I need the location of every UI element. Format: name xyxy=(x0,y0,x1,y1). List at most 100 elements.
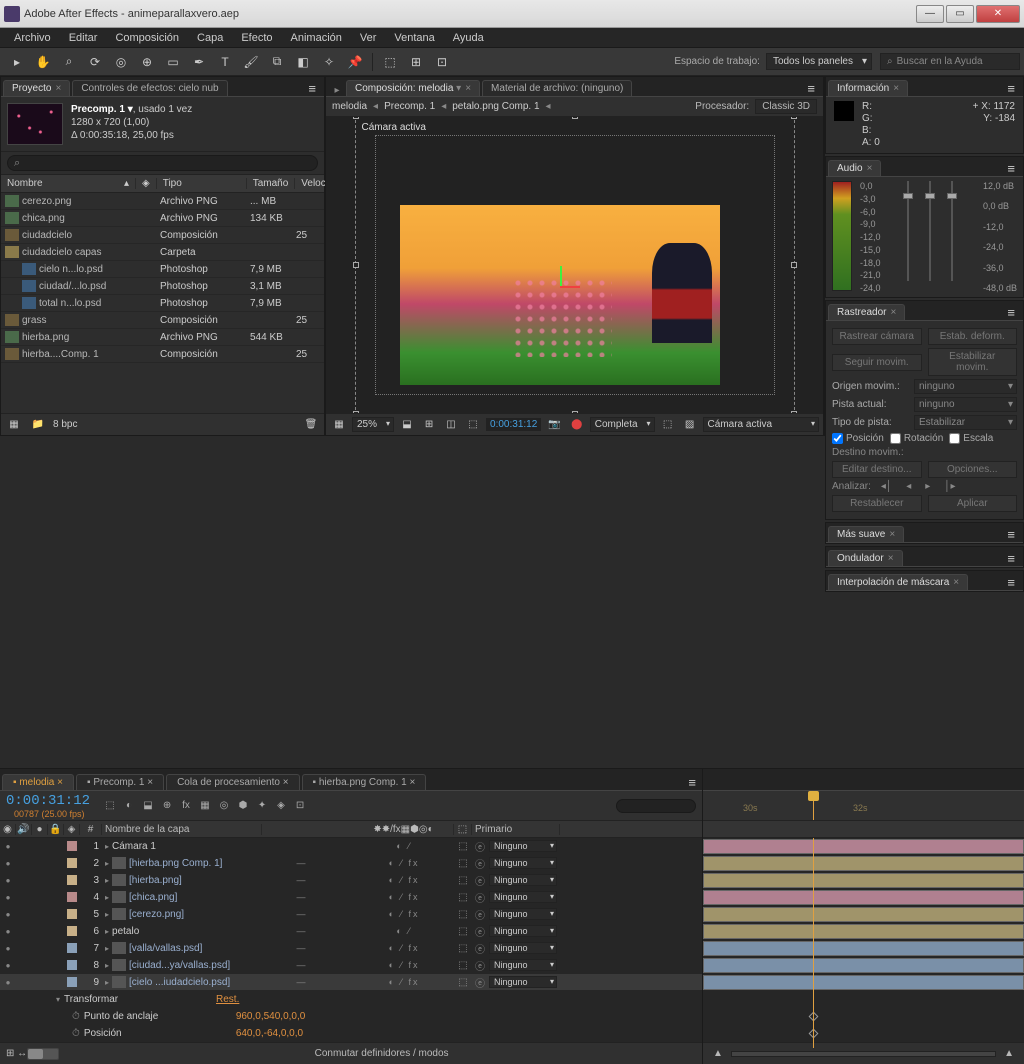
chk-scale[interactable]: Escala xyxy=(949,433,993,444)
tool-clone[interactable]: ⧉ xyxy=(265,51,289,73)
tab-wiggler[interactable]: Ondulador× xyxy=(828,550,903,566)
eye-icon[interactable] xyxy=(0,838,16,854)
menu-animation[interactable]: Animación xyxy=(283,30,350,46)
track-row[interactable] xyxy=(703,855,1024,872)
track-row[interactable] xyxy=(703,940,1024,957)
timeline-layer-row[interactable]: 9▸[cielo ...iudadcielo.psd]—⬚Ninguno xyxy=(0,974,702,991)
eye-icon[interactable] xyxy=(0,889,16,905)
project-item[interactable]: ciudad/...lo.psdPhotoshop3,1 MB xyxy=(1,278,324,295)
timeline-layer-row[interactable]: 6▸petalo—⬚Ninguno xyxy=(0,923,702,940)
project-item[interactable]: hierba....Comp. 1Composición25 xyxy=(1,346,324,363)
eye-icon[interactable] xyxy=(0,957,16,973)
panel-menu-icon[interactable]: ≡ xyxy=(1001,161,1021,176)
snapshot-icon[interactable]: 📷 xyxy=(545,417,563,433)
audio-slider-link[interactable] xyxy=(901,181,915,281)
timeline-layer-row[interactable]: 5▸[cerezo.png]—⬚Ninguno xyxy=(0,906,702,923)
disclosure-icon[interactable]: ▸ xyxy=(105,876,109,885)
comp-flowchart-icon[interactable]: ▸ xyxy=(328,85,346,96)
toggle-switches-icon[interactable]: ⊞ ↔ xyxy=(6,1048,27,1059)
grid-icon[interactable]: ⊞ xyxy=(420,417,438,433)
reset-button[interactable]: Restablecer xyxy=(832,495,922,512)
zoom-in-icon[interactable]: ▲ xyxy=(1004,1048,1014,1059)
tl-icon[interactable]: ✦ xyxy=(254,798,270,814)
disclosure-icon[interactable]: ▾ xyxy=(56,995,60,1004)
timeline-tracks-area[interactable] xyxy=(703,838,1024,991)
parent-dropdown[interactable]: Ninguno xyxy=(489,908,557,920)
parent-dropdown[interactable]: Ninguno xyxy=(489,874,557,886)
tab-composition-view[interactable]: Composición: melodia ▾× xyxy=(346,80,480,96)
tl-icon[interactable]: ⬓ xyxy=(140,798,156,814)
eye-icon[interactable] xyxy=(0,872,16,888)
tool-shape[interactable]: ▭ xyxy=(161,51,185,73)
parent-dropdown[interactable]: Ninguno xyxy=(489,942,557,954)
breadcrumb-item[interactable]: Precomp. 1 xyxy=(384,101,435,112)
panel-menu-icon[interactable]: ≡ xyxy=(682,775,702,790)
menu-window[interactable]: Ventana xyxy=(386,30,442,46)
anchor-point-value[interactable]: 960,0,540,0,0,0 xyxy=(236,1011,306,1022)
eye-icon[interactable] xyxy=(0,855,16,871)
project-item[interactable]: chica.pngArchivo PNG134 KB xyxy=(1,210,324,227)
panel-menu-icon[interactable]: ≡ xyxy=(801,81,821,96)
camera-view-dropdown[interactable]: Cámara activa xyxy=(703,417,819,432)
renderer-dropdown[interactable]: Classic 3D xyxy=(755,99,817,114)
stabilize-motion-button[interactable]: Estabilizar movim. xyxy=(928,348,1018,376)
analyze-fwd-icon[interactable]: ▸ xyxy=(921,481,934,492)
tool-pen[interactable]: ✒ xyxy=(187,51,211,73)
anchor-point-prop[interactable]: Punto de anclaje xyxy=(84,1011,236,1022)
menu-help[interactable]: Ayuda xyxy=(445,30,492,46)
tool-selection[interactable]: ▸ xyxy=(5,51,29,73)
tab-tracker[interactable]: Rastreador× xyxy=(828,304,905,320)
timeline-layer-row[interactable]: 7▸[valla/vallas.psd]—⬚Ninguno xyxy=(0,940,702,957)
parent-dropdown[interactable]: Ninguno xyxy=(489,891,557,903)
tl-icon[interactable]: ▦ xyxy=(197,798,213,814)
tab-project[interactable]: Proyecto× xyxy=(3,80,70,96)
tool-eraser[interactable]: ◧ xyxy=(291,51,315,73)
interpret-footage-icon[interactable]: ▦ xyxy=(5,417,23,433)
comp-timecode[interactable]: 0:00:31:12 xyxy=(486,418,541,431)
playhead[interactable] xyxy=(813,791,814,820)
chk-position[interactable]: Posición xyxy=(832,433,884,444)
project-item[interactable]: cerezo.pngArchivo PNG... MB xyxy=(1,193,324,210)
panel-menu-icon[interactable]: ≡ xyxy=(1001,527,1021,542)
options-button[interactable]: Opciones... xyxy=(928,461,1018,478)
panel-menu-icon[interactable]: ≡ xyxy=(302,81,322,96)
current-track-dropdown[interactable]: ninguno xyxy=(914,397,1017,412)
roi-icon[interactable]: ⬚ xyxy=(659,417,677,433)
panel-menu-icon[interactable]: ≡ xyxy=(1001,575,1021,590)
edit-target-button[interactable]: Editar destino... xyxy=(832,461,922,478)
project-item[interactable]: ciudadcielo capasCarpeta xyxy=(1,244,324,261)
parent-dropdown[interactable]: Ninguno xyxy=(489,840,557,852)
disclosure-icon[interactable]: ▸ xyxy=(105,859,109,868)
chk-rotation[interactable]: Rotación xyxy=(890,433,943,444)
guides-icon[interactable]: ◫ xyxy=(442,417,460,433)
timeline-layer-row[interactable]: 1▸Cámara 1⬚Ninguno xyxy=(0,838,702,855)
col-audio-icon[interactable]: 🔊 xyxy=(16,824,32,835)
timeline-timecode[interactable]: 0:00:31:12 xyxy=(6,793,90,809)
timeline-layer-row[interactable]: 4▸[chica.png]—⬚Ninguno xyxy=(0,889,702,906)
tool-rotate[interactable]: ⟳ xyxy=(83,51,107,73)
panel-menu-icon[interactable]: ≡ xyxy=(1001,305,1021,320)
channel-icon[interactable]: ⬤ xyxy=(568,417,586,433)
tab-mask-interp[interactable]: Interpolación de máscara× xyxy=(828,574,968,590)
position-value[interactable]: 640,0,-64,0,0,0 xyxy=(236,1028,303,1039)
timeline-layer-row[interactable]: 3▸[hierba.png]—⬚Ninguno xyxy=(0,872,702,889)
tl-icon[interactable]: ◈ xyxy=(273,798,289,814)
tool-roto[interactable]: ✧ xyxy=(317,51,341,73)
project-search-input[interactable] xyxy=(7,155,318,171)
panel-menu-icon[interactable]: ≡ xyxy=(1001,81,1021,96)
tool-text[interactable]: T xyxy=(213,51,237,73)
disclosure-icon[interactable]: ▸ xyxy=(105,910,109,919)
resolution-dropdown[interactable]: Completa xyxy=(590,417,655,432)
parent-dropdown[interactable]: Ninguno xyxy=(489,925,557,937)
menu-edit[interactable]: Editar xyxy=(61,30,106,46)
toggle-switch[interactable] xyxy=(27,1048,59,1060)
window-max-button[interactable]: ▭ xyxy=(946,5,974,23)
timeline-layer-row[interactable]: 2▸[hierba.png Comp. 1]—⬚Ninguno xyxy=(0,855,702,872)
stopwatch-icon[interactable]: ⏱ xyxy=(72,1028,80,1039)
tool-view-axis[interactable]: ⊡ xyxy=(430,51,454,73)
timeline-tab[interactable]: ▪ hierba.png Comp. 1 × xyxy=(302,774,427,790)
tool-local-axis[interactable]: ⬚ xyxy=(378,51,402,73)
cube-3d-icon[interactable]: ⬚ xyxy=(458,841,467,852)
tab-smoother[interactable]: Más suave× xyxy=(828,526,904,542)
track-row[interactable] xyxy=(703,923,1024,940)
